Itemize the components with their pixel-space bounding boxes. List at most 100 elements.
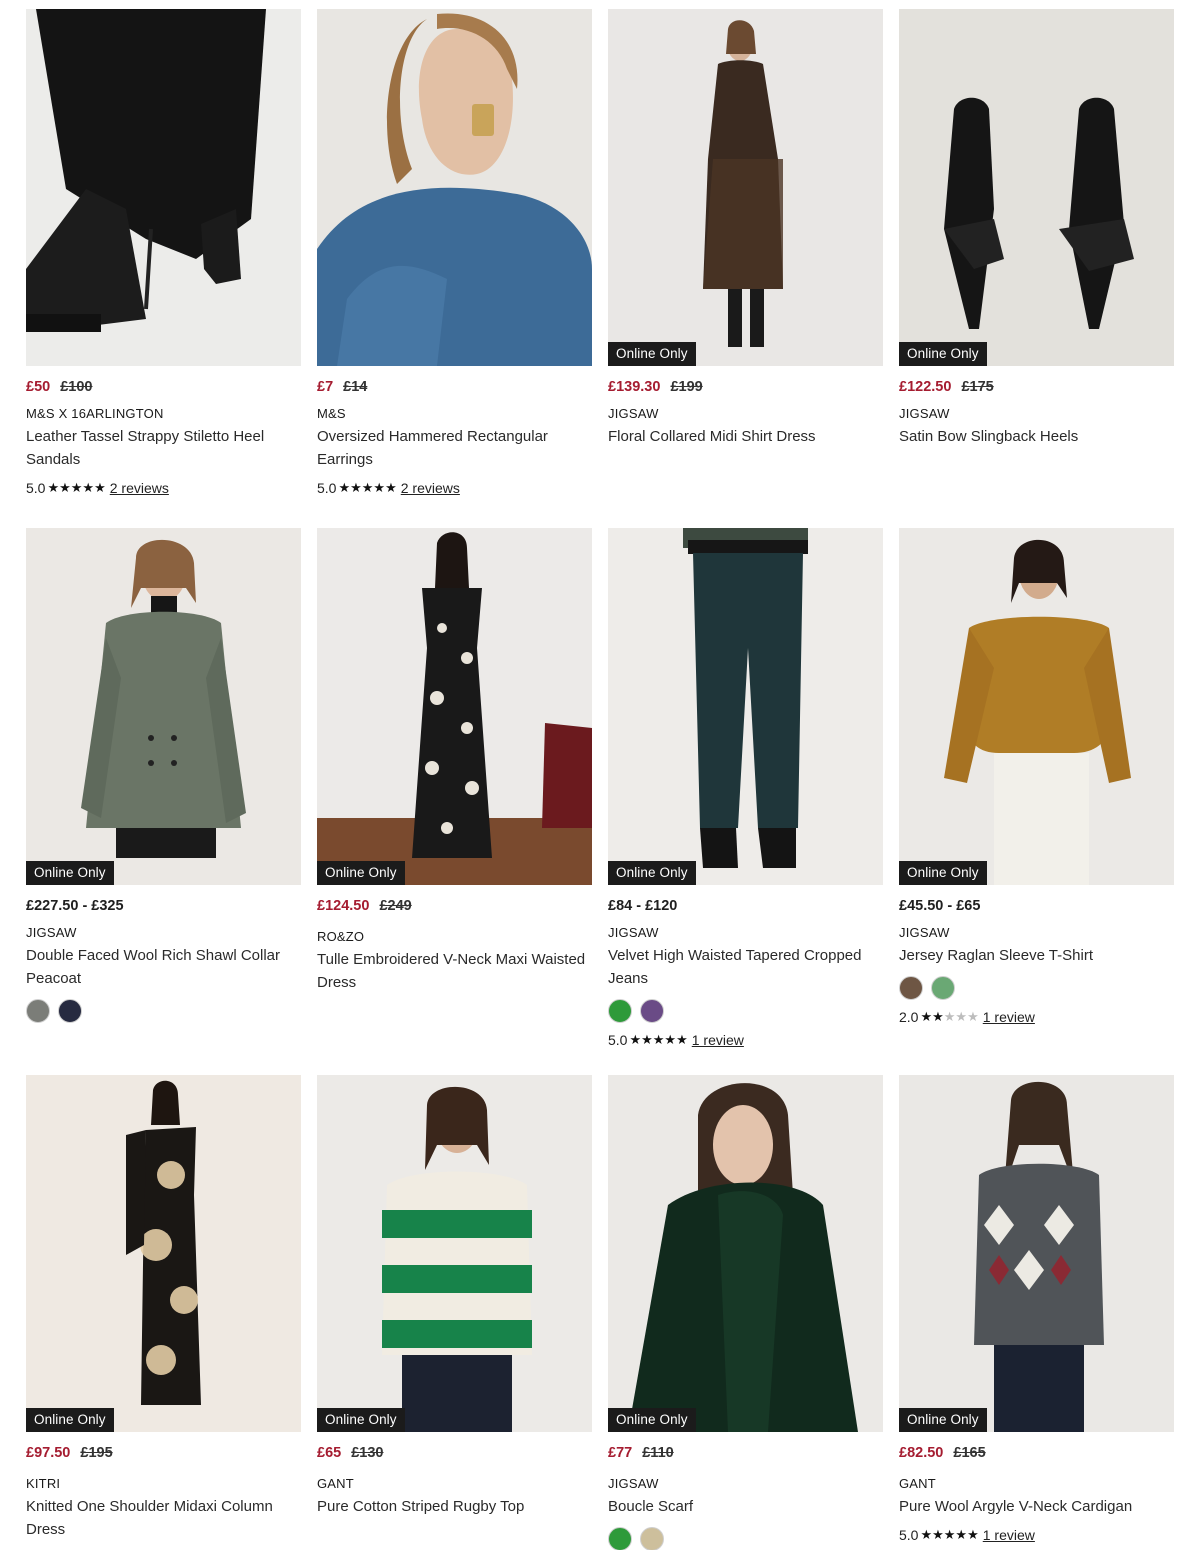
product-card[interactable]: £7 £14 M&S Oversized Hammered Rectangula…	[317, 9, 592, 496]
brand-name: GANT	[317, 1476, 354, 1491]
star-rating-icon: ★★★★★	[47, 480, 106, 495]
reviews-link[interactable]: 1 review	[983, 1527, 1035, 1543]
price: £65 £130	[317, 1445, 592, 1463]
current-price: £139.30	[608, 379, 661, 395]
original-price: £130	[351, 1445, 384, 1461]
product-card[interactable]: Online Only £139.30 £199 JIGSAW Floral C…	[608, 9, 883, 448]
price: £122.50 £175	[899, 379, 1174, 397]
rating: 2.0 ★★★★★ 1 review	[899, 1009, 1174, 1025]
swatch-grey[interactable]	[26, 999, 50, 1023]
price: £45.50 - £65	[899, 898, 1174, 916]
original-price: £14	[343, 379, 368, 395]
brand-name: JIGSAW	[608, 925, 659, 940]
current-price: £77	[608, 1445, 633, 1461]
column-dress-image	[26, 1075, 301, 1432]
product-image[interactable]: Online Only	[317, 1075, 592, 1432]
maxi-dress-image	[317, 528, 592, 885]
product-card[interactable]: Online Only £77 £110 JIGSAW Boucle Scarf	[608, 1075, 883, 1550]
product-card[interactable]: Online Only £124.50 £249 RO&ZO Tulle Emb…	[317, 528, 592, 994]
reviews-link[interactable]: 1 review	[983, 1009, 1035, 1025]
original-price: £199	[670, 379, 703, 395]
midi-dress-image	[608, 9, 883, 366]
price: £84 - £120	[608, 898, 883, 916]
current-price: £122.50	[899, 379, 952, 395]
online-only-badge: Online Only	[26, 861, 114, 885]
current-price: £50	[26, 379, 51, 395]
raglan-tshirt-image	[899, 528, 1174, 885]
product-title[interactable]: Leather Tassel Strappy Stiletto Heel San…	[26, 425, 301, 471]
online-only-badge: Online Only	[899, 1408, 987, 1432]
product-title[interactable]: Floral Collared Midi Shirt Dress	[608, 425, 883, 448]
product-title[interactable]: Pure Cotton Striped Rugby Top	[317, 1495, 592, 1518]
peacoat-image	[26, 528, 301, 885]
swatch-purple[interactable]	[640, 999, 664, 1023]
product-image[interactable]: Online Only	[26, 1075, 301, 1432]
product-title[interactable]: Tulle Embroidered V-Neck Maxi Waisted Dr…	[317, 948, 592, 994]
product-title[interactable]: Oversized Hammered Rectangular Earrings	[317, 425, 592, 471]
product-title[interactable]: Knitted One Shoulder Midaxi Column Dress	[26, 1495, 301, 1541]
brand-name: M&S X 16ARLINGTON	[26, 406, 164, 421]
swatch-green[interactable]	[608, 1527, 632, 1550]
brand-name: JIGSAW	[26, 925, 77, 940]
product-card[interactable]: Online Only £227.50 - £325 JIGSAW Double…	[26, 528, 301, 1023]
swatch-brown[interactable]	[899, 976, 923, 1000]
online-only-badge: Online Only	[317, 861, 405, 885]
product-card[interactable]: Online Only £122.50 £175 JIGSAW Satin Bo…	[899, 9, 1174, 448]
product-image[interactable]: Online Only	[317, 528, 592, 885]
price: £139.30 £199	[608, 379, 883, 397]
rating-value: 5.0	[608, 1032, 628, 1048]
product-image[interactable]: Online Only	[899, 528, 1174, 885]
product-image[interactable]: Online Only	[608, 528, 883, 885]
product-image[interactable]: Online Only	[899, 9, 1174, 366]
current-price: £82.50	[899, 1445, 944, 1461]
product-title[interactable]: Satin Bow Slingback Heels	[899, 425, 1174, 448]
swatch-navy[interactable]	[58, 999, 82, 1023]
online-only-badge: Online Only	[317, 1408, 405, 1432]
product-title[interactable]: Double Faced Wool Rich Shawl Collar Peac…	[26, 944, 301, 990]
reviews-link[interactable]: 1 review	[692, 1032, 744, 1048]
price: £227.50 - £325	[26, 898, 301, 916]
product-image[interactable]	[26, 9, 301, 366]
product-image[interactable]: Online Only	[608, 1075, 883, 1432]
online-only-badge: Online Only	[899, 861, 987, 885]
brand-name: JIGSAW	[608, 406, 659, 421]
product-title[interactable]: Pure Wool Argyle V-Neck Cardigan	[899, 1495, 1174, 1518]
product-image[interactable]	[317, 9, 592, 366]
product-title[interactable]: Velvet High Waisted Tapered Cropped Jean…	[608, 944, 883, 990]
star-rating-icon: ★★★★★	[629, 1032, 688, 1047]
online-only-badge: Online Only	[26, 1408, 114, 1432]
online-only-badge: Online Only	[608, 861, 696, 885]
swatch-sage[interactable]	[931, 976, 955, 1000]
price: £124.50 £249	[317, 898, 592, 916]
price: £7 £14	[317, 379, 592, 397]
price: £50 £100	[26, 379, 301, 397]
swatch-green[interactable]	[608, 999, 632, 1023]
rating: 5.0 ★★★★★ 2 reviews	[26, 480, 301, 496]
reviews-link[interactable]: 2 reviews	[401, 480, 460, 496]
product-card[interactable]: £50 £100 M&S X 16ARLINGTON Leather Tasse…	[26, 9, 301, 496]
brand-name: JIGSAW	[608, 1476, 659, 1491]
brand-name: GANT	[899, 1476, 936, 1491]
product-card[interactable]: Online Only £65 £130 GANT Pure Cotton St…	[317, 1075, 592, 1518]
brand-name: RO&ZO	[317, 929, 365, 944]
product-image[interactable]: Online Only	[608, 9, 883, 366]
product-card[interactable]: Online Only £82.50 £165 GANT Pure Wool A…	[899, 1075, 1174, 1543]
product-image[interactable]: Online Only	[26, 528, 301, 885]
current-price: £65	[317, 1445, 342, 1461]
colour-swatches	[608, 999, 883, 1023]
rating-value: 5.0	[317, 480, 337, 496]
product-grid: £50 £100 M&S X 16ARLINGTON Leather Tasse…	[0, 0, 1200, 1550]
price: £82.50 £165	[899, 1445, 1174, 1463]
product-card[interactable]: Online Only £84 - £120 JIGSAW Velvet Hig…	[608, 528, 883, 1048]
tassel-boot-image	[26, 9, 301, 366]
product-card[interactable]: Online Only £45.50 - £65 JIGSAW Jersey R…	[899, 528, 1174, 1025]
swatch-oatmeal[interactable]	[640, 1527, 664, 1550]
product-card[interactable]: Online Only £97.50 £195 KITRI Knitted On…	[26, 1075, 301, 1541]
product-image[interactable]: Online Only	[899, 1075, 1174, 1432]
product-title[interactable]: Boucle Scarf	[608, 1495, 883, 1518]
reviews-link[interactable]: 2 reviews	[110, 480, 169, 496]
original-price: £110	[642, 1445, 674, 1461]
original-price: £249	[379, 898, 412, 914]
earrings-model-image	[317, 9, 592, 366]
product-title[interactable]: Jersey Raglan Sleeve T-Shirt	[899, 944, 1174, 967]
